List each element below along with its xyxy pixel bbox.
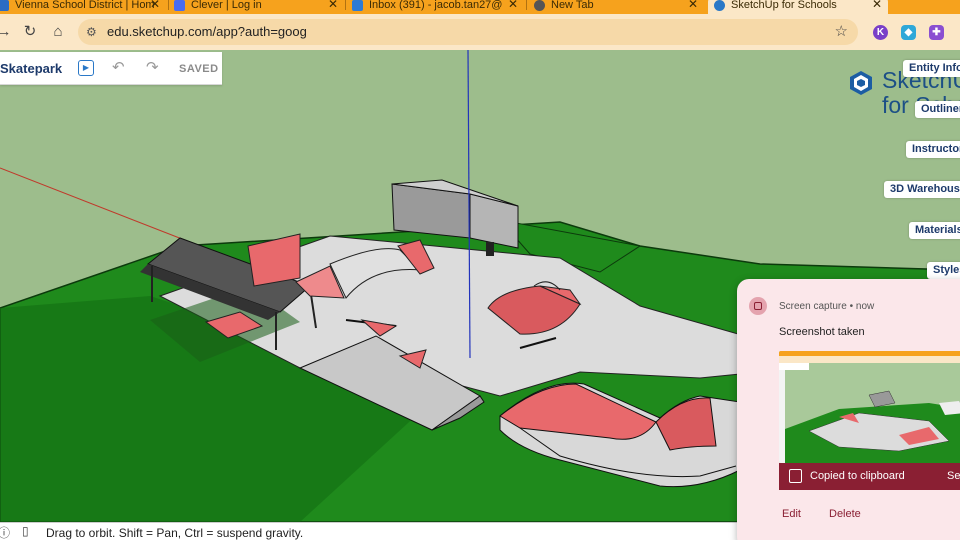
panel-outliner[interactable]: Outliner [915, 101, 960, 118]
panel-styles[interactable]: Styles [927, 262, 960, 279]
copied-label: Copied to clipboard [810, 470, 905, 482]
sketchup-favicon-icon [714, 0, 725, 11]
close-tab-icon[interactable]: ✕ [688, 0, 698, 11]
undo-icon[interactable]: ↶ [112, 58, 125, 76]
site-info-icon[interactable]: ⚙ [86, 25, 100, 39]
close-tab-icon[interactable]: ✕ [872, 0, 882, 11]
browser-toolbar: → ↻ ⌂ ⚙ edu.sketchup.com/app?auth=goog ☆… [0, 14, 960, 50]
help-icon[interactable]: ⓘ [0, 524, 10, 540]
tab-sketchup[interactable]: SketchUp for Schools ✕ [708, 0, 888, 14]
panel-instructor[interactable]: Instructor [906, 141, 960, 158]
kami-icon[interactable]: K [873, 25, 888, 40]
panel-materials[interactable]: Materials [909, 222, 960, 239]
url-text[interactable]: edu.sketchup.com/app?auth=goog [107, 24, 307, 39]
clipboard-icon [789, 469, 802, 483]
tab-strip: Vienna School District | Hom ✕ Clever | … [0, 0, 960, 14]
reload-icon[interactable]: ↻ [20, 22, 40, 42]
forward-icon[interactable]: → [0, 22, 14, 42]
screenshot-thumbnail[interactable] [779, 351, 960, 463]
tab-title: Clever | Log in [191, 0, 262, 11]
tab-title: SketchUp for Schools [731, 0, 837, 11]
home-icon[interactable]: ⌂ [48, 22, 68, 42]
tab-clever[interactable]: Clever | Log in ✕ [174, 0, 344, 14]
clever-favicon-icon [174, 0, 185, 11]
status-message: Drag to orbit. Shift = Pan, Ctrl = suspe… [46, 526, 304, 540]
sketchup-logo-icon [850, 71, 872, 95]
sketchup-title-bar: Skatepark ▶ ↶ ↷ SAVED [0, 52, 222, 85]
notification-title: Screenshot taken [779, 326, 865, 338]
close-tab-icon[interactable]: ✕ [508, 0, 518, 11]
screen-capture-notification[interactable]: Screen capture • now Screenshot taken Co… [737, 279, 960, 540]
panel-3d-warehouse[interactable]: 3D Warehouse [884, 181, 960, 198]
save-status: SAVED [179, 63, 219, 75]
tab-new-tab[interactable]: New Tab ✕ [534, 0, 704, 14]
delete-button[interactable]: Delete [829, 508, 861, 520]
notification-source: Screen capture • now [779, 301, 875, 312]
copied-to-clipboard-bar[interactable]: Copied to clipboard See [779, 463, 960, 490]
edit-button[interactable]: Edit [782, 508, 801, 520]
puzzle-ext-icon[interactable]: ◆ [901, 25, 916, 40]
tab-title: New Tab [551, 0, 594, 11]
model-name[interactable]: Skatepark [0, 61, 62, 76]
vienna-favicon-icon [0, 0, 9, 11]
bookmark-star-icon[interactable]: ☆ [835, 22, 848, 40]
see-button[interactable]: See [947, 470, 960, 482]
tab-inbox[interactable]: Inbox (391) - jacob.tan27@ ✕ [352, 0, 524, 14]
tab-title: Vienna School District | Hom [15, 0, 155, 11]
chrome-favicon-icon [534, 0, 545, 11]
close-tab-icon[interactable]: ✕ [150, 0, 160, 11]
redo-icon[interactable]: ↷ [146, 58, 159, 76]
extension-icon[interactable]: ✚ [929, 25, 944, 40]
close-tab-icon[interactable]: ✕ [328, 0, 338, 11]
tab-title: Inbox (391) - jacob.tan27@ [369, 0, 503, 11]
tab-vienna[interactable]: Vienna School District | Hom ✕ [0, 0, 166, 14]
thumbnail-image [779, 351, 960, 463]
viewer-mode-icon[interactable]: ▶ [78, 60, 94, 76]
mouse-icon: ▯ [22, 524, 29, 538]
panel-entity-info[interactable]: Entity Info [903, 60, 960, 77]
screen-capture-icon [749, 297, 767, 315]
address-bar[interactable]: ⚙ edu.sketchup.com/app?auth=goog ☆ [78, 19, 858, 45]
inbox-favicon-icon [352, 0, 363, 11]
